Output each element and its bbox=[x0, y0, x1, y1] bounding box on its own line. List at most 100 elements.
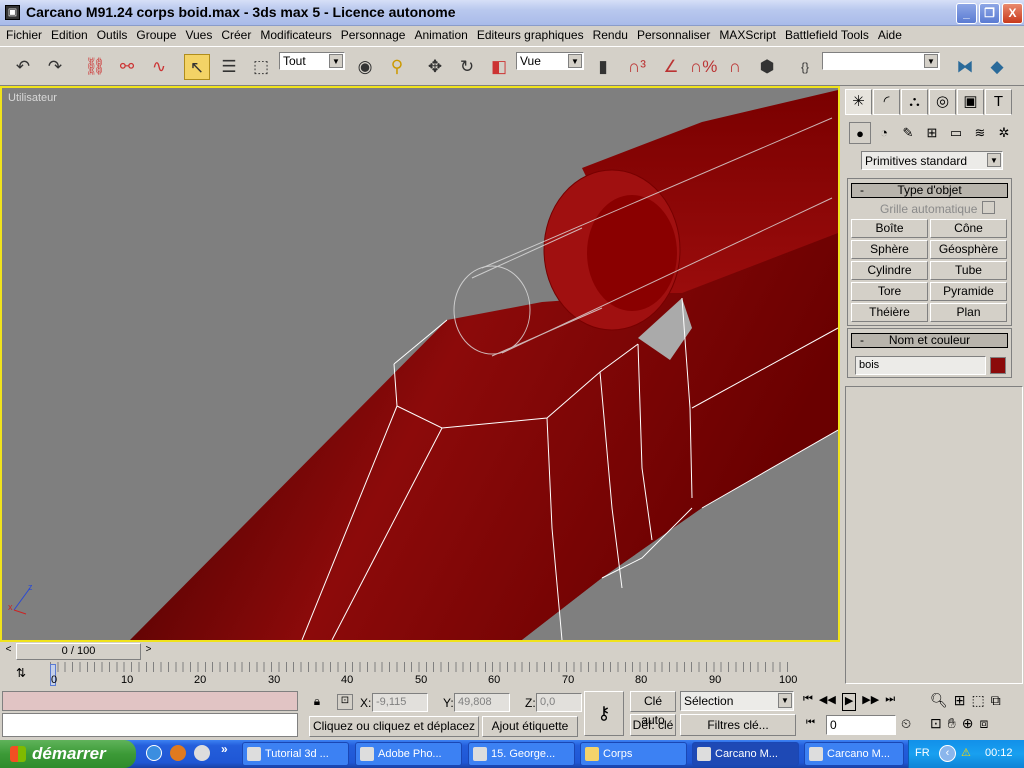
menu-aide[interactable]: Aide bbox=[874, 26, 907, 45]
cylinder-button[interactable]: Cylindre bbox=[851, 261, 928, 280]
align-icon[interactable]: ◆ bbox=[984, 54, 1010, 80]
task-carcano-active[interactable]: Carcano M... bbox=[692, 742, 799, 766]
edit-named-selection-icon[interactable]: {} bbox=[792, 54, 818, 80]
lights-icon[interactable]: ✎ bbox=[897, 122, 919, 144]
undo-icon[interactable]: ↶ bbox=[10, 54, 36, 80]
auto-key-button[interactable]: Clé auto bbox=[630, 691, 676, 727]
window-crossing-icon[interactable]: ◉ bbox=[352, 54, 378, 80]
menu-editeurs-graphiques[interactable]: Editeurs graphiques bbox=[473, 26, 589, 45]
task-word[interactable]: Tutorial 3d ... bbox=[242, 742, 349, 766]
select-object-icon[interactable]: ↖ bbox=[184, 54, 210, 80]
object-name-input[interactable]: bois bbox=[855, 356, 986, 375]
region-zoom-icon[interactable]: ⊡ bbox=[930, 715, 942, 732]
object-type-header[interactable]: - Type d'objet bbox=[851, 183, 1008, 198]
menu-edition[interactable]: Edition bbox=[47, 26, 93, 45]
zoom-extents-all-icon[interactable]: ⧉ bbox=[991, 692, 1001, 709]
menu-groupe[interactable]: Groupe bbox=[132, 26, 181, 45]
maxscript-listener-white[interactable] bbox=[2, 713, 298, 737]
viewport-label[interactable]: Utilisateur bbox=[8, 92, 57, 104]
app-icon[interactable]: ▣ bbox=[5, 5, 20, 20]
minimize-button[interactable]: _ bbox=[956, 3, 977, 24]
pan-icon[interactable]: ✋︎ bbox=[948, 715, 956, 732]
modify-tab-icon[interactable]: ◜ bbox=[873, 89, 900, 115]
pyramid-button[interactable]: Pyramide bbox=[930, 282, 1007, 301]
ie-icon[interactable] bbox=[146, 745, 162, 761]
named-selection-dropdown[interactable]: ▼ bbox=[822, 52, 940, 70]
name-color-header[interactable]: - Nom et couleur bbox=[851, 333, 1008, 348]
close-button[interactable]: X bbox=[1002, 3, 1023, 24]
teapot-button[interactable]: Théière bbox=[851, 303, 928, 322]
move-icon[interactable]: ✥ bbox=[422, 54, 448, 80]
firefox-icon[interactable] bbox=[170, 745, 186, 761]
link-icon[interactable]: ⛓ bbox=[82, 54, 108, 80]
task-george[interactable]: 15. George... bbox=[468, 742, 575, 766]
menu-outils[interactable]: Outils bbox=[93, 26, 133, 45]
cone-button[interactable]: Cône bbox=[930, 219, 1007, 238]
hierarchy-tab-icon[interactable]: ⛬ bbox=[901, 89, 928, 115]
sphere-button[interactable]: Sphère bbox=[851, 240, 928, 259]
autogrid-checkbox[interactable] bbox=[982, 201, 995, 214]
play-icon[interactable]: ▶ bbox=[841, 693, 857, 711]
z-coordinate-field[interactable]: 0,0 bbox=[536, 693, 582, 712]
select-and-manipulate-icon[interactable]: ⚲ bbox=[384, 54, 410, 80]
key-filters-button[interactable]: Filtres clé... bbox=[680, 714, 796, 736]
geometry-icon[interactable]: ● bbox=[849, 122, 871, 144]
warning-icon[interactable]: ⚠ bbox=[961, 746, 971, 759]
named-selection-edit-icon[interactable]: ⬢ bbox=[754, 54, 780, 80]
select-by-name-icon[interactable]: ☰ bbox=[216, 54, 242, 80]
arc-rotate-icon[interactable]: ⊕ bbox=[962, 715, 974, 732]
unlink-icon[interactable]: ⚯ bbox=[114, 54, 140, 80]
mirror-icon[interactable]: ⧓ bbox=[952, 54, 978, 80]
add-time-tag-button[interactable]: Ajout étiquette tps bbox=[482, 716, 578, 752]
display-tab-icon[interactable]: ▣ bbox=[957, 89, 984, 115]
current-frame-field[interactable]: 0 bbox=[826, 715, 896, 735]
snap-3d-icon[interactable]: ∩³ bbox=[624, 54, 650, 80]
menu-modificateurs[interactable]: Modificateurs bbox=[256, 26, 336, 45]
menu-vues[interactable]: Vues bbox=[181, 26, 217, 45]
cameras-icon[interactable]: ⊞ bbox=[921, 122, 943, 144]
menu-fichier[interactable]: Fichier bbox=[2, 26, 47, 45]
quicklaunch-more[interactable]: » bbox=[221, 742, 228, 756]
create-tab-icon[interactable]: ✳ bbox=[845, 89, 872, 115]
tray-expand-icon[interactable]: ‹ bbox=[939, 745, 956, 762]
time-prev-button[interactable]: < bbox=[2, 644, 15, 659]
utilities-tab-icon[interactable]: T bbox=[985, 89, 1012, 115]
menu-animation[interactable]: Animation bbox=[410, 26, 472, 45]
key-mode-toggle-icon[interactable]: ⏮ bbox=[806, 717, 815, 728]
percent-snap-icon[interactable]: ∩% bbox=[690, 54, 717, 80]
motion-tab-icon[interactable]: ◎ bbox=[929, 89, 956, 115]
rectangular-selection-icon[interactable]: ⬚ bbox=[248, 54, 274, 80]
zoom-icon[interactable]: 🔍︎ bbox=[930, 692, 948, 709]
go-to-end-icon[interactable]: ⏭ bbox=[885, 693, 895, 711]
menu-battlefield-tools[interactable]: Battlefield Tools bbox=[781, 26, 874, 45]
category-dropdown[interactable]: Primitives standard ▼ bbox=[861, 151, 1003, 170]
zoom-extents-icon[interactable]: ⬚ bbox=[972, 692, 985, 709]
tube-button[interactable]: Tube bbox=[930, 261, 1007, 280]
spinner-snap-icon[interactable]: ∩ bbox=[722, 54, 748, 80]
task-corps-folder[interactable]: Corps bbox=[580, 742, 687, 766]
space-warps-icon[interactable]: ≋ bbox=[969, 122, 991, 144]
menu-rendu[interactable]: Rendu bbox=[589, 26, 633, 45]
rotate-icon[interactable]: ↻ bbox=[454, 54, 480, 80]
systems-icon[interactable]: ✲ bbox=[993, 122, 1015, 144]
media-player-icon[interactable] bbox=[194, 745, 210, 761]
zoom-all-icon[interactable]: ⊞ bbox=[954, 692, 966, 709]
task-carcano[interactable]: Carcano M... bbox=[804, 742, 904, 766]
time-slider[interactable]: < 0 / 100 > bbox=[0, 643, 840, 660]
previous-frame-icon[interactable]: ◀◀ bbox=[819, 693, 836, 711]
maximize-viewport-icon[interactable]: ⧈ bbox=[979, 715, 988, 732]
key-mode-dropdown[interactable]: Sélection ▼ bbox=[680, 691, 794, 711]
task-photoshop[interactable]: Adobe Pho... bbox=[355, 742, 462, 766]
scale-icon[interactable]: ◧ bbox=[486, 54, 512, 80]
selection-filter-dropdown[interactable]: Tout ▼ bbox=[279, 52, 345, 70]
object-color-swatch[interactable] bbox=[990, 357, 1006, 374]
time-next-button[interactable]: > bbox=[142, 644, 155, 659]
pivot-center-icon[interactable]: ▮ bbox=[590, 54, 616, 80]
time-slider-thumb[interactable]: 0 / 100 bbox=[16, 643, 141, 660]
shapes-icon[interactable]: ◔ bbox=[873, 122, 895, 144]
absolute-mode-icon[interactable]: ⊡ bbox=[337, 694, 353, 710]
maxscript-listener-pink[interactable] bbox=[2, 691, 298, 711]
geosphere-button[interactable]: Géosphère bbox=[930, 240, 1007, 259]
y-coordinate-field[interactable]: 49,808 bbox=[454, 693, 510, 712]
menu-creer[interactable]: Créer bbox=[217, 26, 256, 45]
